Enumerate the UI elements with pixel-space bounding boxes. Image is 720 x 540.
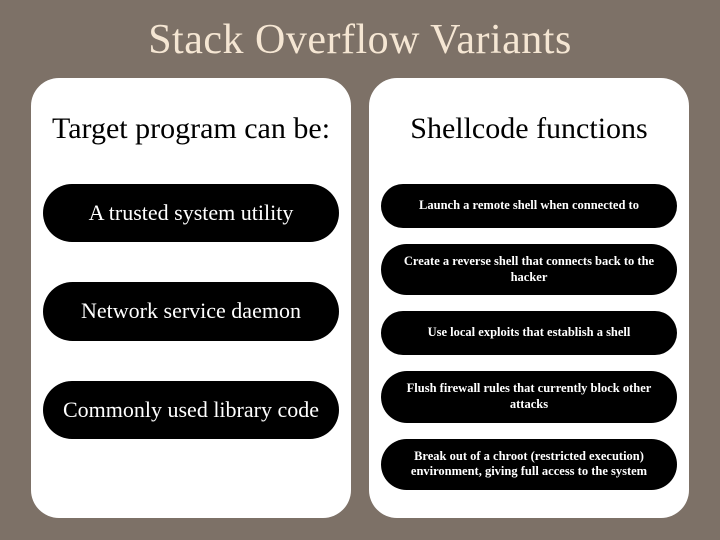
right-panel: Shellcode functions Launch a remote shel… <box>369 78 689 518</box>
columns-container: Target program can be: A trusted system … <box>0 78 720 518</box>
list-item: Launch a remote shell when connected to <box>381 184 677 228</box>
list-item: Use local exploits that establish a shel… <box>381 311 677 355</box>
left-items: A trusted system utility Network service… <box>43 184 339 439</box>
list-item: Create a reverse shell that connects bac… <box>381 244 677 295</box>
slide-title: Stack Overflow Variants <box>0 0 720 78</box>
left-heading: Target program can be: <box>43 92 339 164</box>
right-items: Launch a remote shell when connected to … <box>381 184 677 490</box>
list-item: Break out of a chroot (restricted execut… <box>381 439 677 490</box>
list-item: Network service daemon <box>43 282 339 340</box>
list-item: Commonly used library code <box>43 381 339 439</box>
list-item: A trusted system utility <box>43 184 339 242</box>
left-panel: Target program can be: A trusted system … <box>31 78 351 518</box>
list-item: Flush firewall rules that currently bloc… <box>381 371 677 422</box>
right-heading: Shellcode functions <box>381 92 677 164</box>
